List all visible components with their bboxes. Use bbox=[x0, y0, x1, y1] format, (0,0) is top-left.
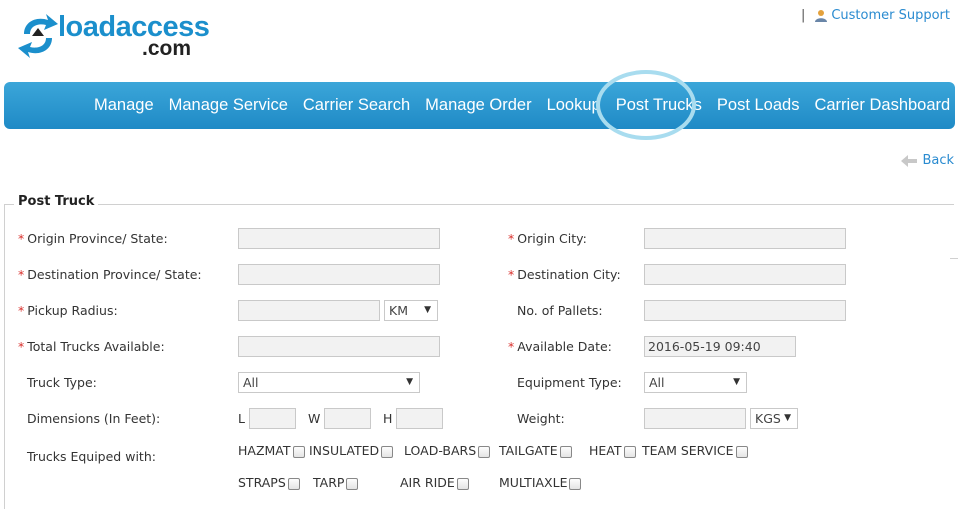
destination-state-input[interactable] bbox=[238, 264, 440, 285]
nav-post-loads[interactable]: Post Loads bbox=[717, 96, 800, 115]
required-mark: * bbox=[18, 303, 25, 318]
nav-lookup[interactable]: Lookup bbox=[547, 96, 601, 115]
dim-height-label: H bbox=[383, 411, 393, 426]
destination-city-input[interactable] bbox=[644, 264, 846, 285]
nav-carrier-search[interactable]: Carrier Search bbox=[303, 96, 410, 115]
multiaxle-checkbox[interactable] bbox=[569, 478, 582, 490]
fieldset-legend: Post Truck bbox=[14, 194, 99, 209]
required-mark: * bbox=[18, 231, 25, 246]
origin-state-label: * Origin Province/ State: bbox=[18, 231, 168, 246]
required-mark: * bbox=[508, 231, 515, 246]
chevron-down-icon: ▼ bbox=[406, 377, 413, 387]
equipment-option-multiaxle[interactable]: MULTIAXLE bbox=[499, 475, 582, 490]
equipment-option-air-ride[interactable]: AIR RIDE bbox=[400, 475, 469, 490]
heat-checkbox[interactable] bbox=[623, 446, 636, 458]
dim-length-label: L bbox=[238, 411, 245, 426]
destination-state-label: * Destination Province/ State: bbox=[18, 267, 202, 282]
logo-arrows-icon bbox=[18, 14, 58, 58]
fieldset-edge-mark bbox=[950, 258, 958, 259]
back-label: Back bbox=[922, 153, 954, 168]
equipment-option-heat[interactable]: HEAT bbox=[589, 443, 636, 458]
total-trucks-label: * Total Trucks Available: bbox=[18, 339, 165, 354]
origin-city-label: * Origin City: bbox=[508, 231, 587, 246]
team-service-checkbox[interactable] bbox=[735, 446, 748, 458]
hazmat-checkbox[interactable] bbox=[292, 446, 305, 458]
weight-unit-select[interactable]: KGS ▼ bbox=[750, 408, 798, 429]
insulated-checkbox[interactable] bbox=[381, 446, 394, 458]
dim-width-label: W bbox=[308, 411, 321, 426]
truck-type-select[interactable]: All ▼ bbox=[238, 372, 420, 393]
equipped-with-label: Trucks Equiped with: bbox=[27, 449, 156, 464]
origin-state-input[interactable] bbox=[238, 228, 440, 249]
nav-manage-service[interactable]: Manage Service bbox=[169, 96, 288, 115]
origin-city-input[interactable] bbox=[644, 228, 846, 249]
customer-support-link-area: | Customer Support bbox=[801, 8, 950, 23]
pickup-radius-input[interactable] bbox=[238, 300, 380, 321]
chevron-down-icon: ▼ bbox=[784, 413, 791, 423]
equipment-type-label: Equipment Type: bbox=[517, 375, 622, 390]
radius-unit-select[interactable]: KM ▼ bbox=[384, 300, 438, 321]
air-ride-checkbox[interactable] bbox=[456, 478, 469, 490]
required-mark: * bbox=[508, 267, 515, 282]
main-nav-bar: Manage Manage Service Carrier Search Man… bbox=[4, 82, 955, 129]
available-date-input[interactable]: 2016-05-19 09:40 bbox=[644, 336, 796, 357]
header-separator: | bbox=[800, 8, 806, 23]
dim-width-input[interactable] bbox=[324, 408, 371, 429]
customer-support-link[interactable]: Customer Support bbox=[831, 8, 950, 23]
user-icon bbox=[815, 10, 828, 22]
back-link[interactable]: Back bbox=[901, 153, 954, 168]
tarp-checkbox[interactable] bbox=[346, 478, 359, 490]
pallets-input[interactable] bbox=[644, 300, 846, 321]
dim-height-input[interactable] bbox=[396, 408, 443, 429]
straps-checkbox[interactable] bbox=[287, 478, 300, 490]
load-bars-checkbox[interactable] bbox=[478, 446, 491, 458]
site-logo[interactable]: loadaccess .com bbox=[18, 12, 210, 60]
equipment-option-load-bars[interactable]: LOAD-BARS bbox=[404, 443, 491, 458]
chevron-down-icon: ▼ bbox=[424, 305, 431, 315]
nav-items: Manage Manage Service Carrier Search Man… bbox=[94, 82, 960, 129]
equipment-option-straps[interactable]: STRAPS bbox=[238, 475, 300, 490]
pickup-radius-label: * Pickup Radius: bbox=[18, 303, 118, 318]
total-trucks-input[interactable] bbox=[238, 336, 440, 357]
dimensions-label: Dimensions (In Feet): bbox=[27, 411, 161, 426]
weight-label: Weight: bbox=[517, 411, 565, 426]
pallets-label: No. of Pallets: bbox=[517, 303, 603, 318]
back-arrow-icon bbox=[901, 154, 918, 167]
equipment-type-select[interactable]: All ▼ bbox=[644, 372, 747, 393]
equipment-option-tailgate[interactable]: TAILGATE bbox=[499, 443, 572, 458]
required-mark: * bbox=[18, 267, 25, 282]
chevron-down-icon: ▼ bbox=[733, 377, 740, 387]
nav-carrier-dashboard[interactable]: Carrier Dashboard bbox=[814, 96, 950, 115]
truck-type-label: Truck Type: bbox=[27, 375, 97, 390]
equipment-option-insulated[interactable]: INSULATED bbox=[309, 443, 394, 458]
weight-input[interactable] bbox=[644, 408, 746, 429]
nav-post-trucks[interactable]: Post Trucks bbox=[616, 96, 702, 115]
required-mark: * bbox=[18, 339, 25, 354]
required-mark: * bbox=[508, 339, 515, 354]
nav-manage-order[interactable]: Manage Order bbox=[425, 96, 531, 115]
logo-sub-text: .com bbox=[142, 37, 192, 60]
equipment-option-hazmat[interactable]: HAZMAT bbox=[238, 443, 305, 458]
nav-manage[interactable]: Manage bbox=[94, 96, 154, 115]
equipment-option-team-service[interactable]: TEAM SERVICE bbox=[642, 443, 748, 458]
equipment-option-tarp[interactable]: TARP bbox=[313, 475, 359, 490]
available-date-label: * Available Date: bbox=[508, 339, 612, 354]
destination-city-label: * Destination City: bbox=[508, 267, 621, 282]
dim-length-input[interactable] bbox=[249, 408, 296, 429]
tailgate-checkbox[interactable] bbox=[559, 446, 572, 458]
